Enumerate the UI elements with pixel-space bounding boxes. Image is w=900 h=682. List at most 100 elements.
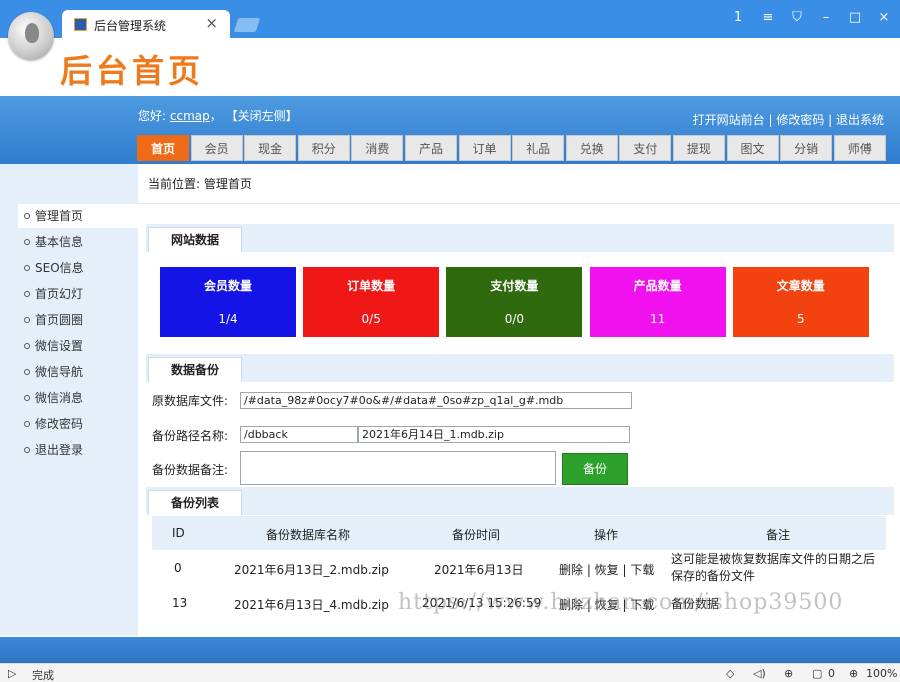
bullet-icon	[24, 265, 30, 271]
menu-item[interactable]: 消费	[351, 135, 404, 161]
favicon-icon	[74, 18, 87, 31]
bullet-icon	[24, 369, 30, 375]
bullet-icon	[24, 343, 30, 349]
stat-card: 文章数量 5	[732, 267, 869, 337]
sound-icon[interactable]: ◁)	[753, 667, 766, 680]
close-window-icon[interactable]: ×	[875, 10, 893, 25]
stat-label: 订单数量	[347, 279, 396, 293]
stat-card: 订单数量 0/5	[303, 267, 440, 337]
backup-header: 数据备份	[146, 354, 894, 382]
sidebar-item[interactable]: SEO信息	[18, 256, 140, 280]
zoom-icon[interactable]: ⊕	[849, 667, 858, 680]
backup-path-field[interactable]: /dbback	[240, 426, 358, 443]
sidebar-item-label: 微信消息	[35, 391, 84, 405]
stat-value: 0/5	[361, 312, 381, 326]
bullet-icon	[24, 213, 30, 219]
bullet-icon	[24, 317, 30, 323]
bullet-icon	[24, 421, 30, 427]
username-link[interactable]: ccmap	[170, 109, 210, 123]
main-menu: 首页 会员 现金 积分 消费 产品 订单 礼品 兑换 支付 提现 图文 分销 师傅	[137, 135, 887, 161]
sidebar-item-label: 首页圆圈	[35, 313, 84, 327]
col-note: 备注	[766, 528, 791, 542]
stat-label: 支付数量	[490, 279, 539, 293]
bullet-icon	[24, 291, 30, 297]
sidebar-item-label: 首页幻灯	[35, 287, 84, 301]
download-icon[interactable]: ⊕	[784, 667, 793, 680]
stat-value: 5	[796, 312, 805, 326]
row-time: 2021年6月13日	[434, 563, 524, 577]
row-id: 13	[172, 596, 188, 610]
sidebar-item[interactable]: 退出登录	[18, 438, 140, 462]
stat-value: 1/4	[218, 312, 238, 326]
sidebar: 管理首页基本信息 SEO信息首页幻灯首页圆圈微信设置微信导航微信消息修改密码退出登…	[0, 164, 140, 636]
col-time: 备份时间	[452, 528, 501, 542]
stat-card: 支付数量 0/0	[446, 267, 583, 337]
backup-note-field[interactable]	[240, 451, 556, 485]
sidebar-item-label: 修改密码	[35, 417, 84, 431]
new-tab-button[interactable]	[233, 18, 261, 32]
sidebar-item[interactable]: 微信消息	[18, 386, 140, 410]
play-icon[interactable]: ▷	[8, 667, 16, 680]
table-header: ID 备份数据库名称 备份时间 操作 备注	[152, 516, 886, 550]
backup-name-field[interactable]: 2021年6月14日_1.mdb.zip	[358, 426, 630, 443]
menu-item[interactable]: 图文	[726, 135, 779, 161]
greeting-prefix: 您好:	[138, 109, 167, 123]
bullet-icon	[24, 447, 30, 453]
menu-item[interactable]: 产品	[404, 135, 457, 161]
minimize-icon[interactable]: –	[817, 10, 835, 25]
menu-item[interactable]: 积分	[297, 135, 350, 161]
menu-item[interactable]: 首页	[137, 135, 189, 161]
sidebar-item[interactable]: 基本信息	[18, 230, 140, 254]
menu-item[interactable]: 订单	[458, 135, 511, 161]
menu-item[interactable]: 兑换	[565, 135, 618, 161]
close-left-link[interactable]: 【关闭左侧】	[226, 109, 298, 123]
tab-backup-list[interactable]: 备份列表	[148, 490, 243, 515]
sidebar-item-label: 退出登录	[35, 443, 84, 457]
tab-close-icon[interactable]: ×	[205, 14, 218, 32]
menu-item[interactable]: 分销	[780, 135, 833, 161]
browser-tab[interactable]: 后台管理系统 ×	[62, 10, 230, 38]
sidebar-item[interactable]: 微信设置	[18, 334, 140, 358]
skin-icon[interactable]: ⛉	[788, 10, 806, 25]
menu-item[interactable]: 师傅	[833, 135, 886, 161]
sidebar-item-label: 管理首页	[35, 209, 84, 223]
menu-item[interactable]: 提现	[672, 135, 725, 161]
menu-icon[interactable]: ≡	[759, 10, 777, 25]
footer-band	[0, 637, 900, 663]
backup-note-label: 备份数据备注:	[152, 463, 229, 477]
sidebar-item[interactable]: 修改密码	[18, 412, 140, 436]
sidebar-item[interactable]: 微信导航	[18, 360, 140, 384]
backup-list-header: 备份列表	[146, 487, 894, 515]
menu-item[interactable]: 支付	[619, 135, 672, 161]
stat-label: 产品数量	[633, 279, 682, 293]
blocked-count: 0	[828, 667, 835, 680]
sidebar-item[interactable]: 首页圆圈	[18, 308, 140, 332]
backup-button[interactable]: 备份	[562, 453, 628, 485]
sidebar-item[interactable]: 管理首页	[18, 204, 140, 228]
tab-count-icon[interactable]: 1	[729, 10, 747, 25]
status-text: 完成	[32, 669, 54, 682]
stat-label: 会员数量	[203, 279, 252, 293]
page-title: 后台首页	[60, 52, 205, 90]
stat-label: 文章数量	[776, 279, 825, 293]
tab-site-data[interactable]: 网站数据	[148, 227, 243, 252]
menu-item[interactable]: 现金	[244, 135, 297, 161]
maximize-icon[interactable]: □	[846, 10, 864, 25]
menu-item[interactable]: 礼品	[512, 135, 565, 161]
sidebar-item-label: 微信导航	[35, 365, 84, 379]
greeting: 您好: ccmap， 【关闭左侧】	[138, 107, 298, 124]
tab-title: 后台管理系统	[94, 19, 167, 33]
backup-path-label: 备份路径名称:	[152, 429, 229, 443]
shield-icon[interactable]: ◇	[726, 667, 734, 680]
row-ops[interactable]: 删除 | 恢复 | 下载	[559, 561, 654, 578]
row-id: 0	[174, 561, 182, 575]
sidebar-item[interactable]: 首页幻灯	[18, 282, 140, 306]
col-ops: 操作	[594, 528, 619, 542]
stat-card: 产品数量 11	[589, 267, 726, 337]
source-db-field[interactable]: /#data_98z#0ocy7#0o&#/#data#_0so#zp_q1al…	[240, 392, 632, 409]
zoom-level[interactable]: 100%	[866, 667, 897, 680]
tab-backup[interactable]: 数据备份	[148, 357, 243, 382]
top-links[interactable]: 打开网站前台 | 修改密码 | 退出系统	[693, 111, 884, 128]
block-icon[interactable]: ▢	[812, 667, 822, 680]
menu-item[interactable]: 会员	[190, 135, 243, 161]
